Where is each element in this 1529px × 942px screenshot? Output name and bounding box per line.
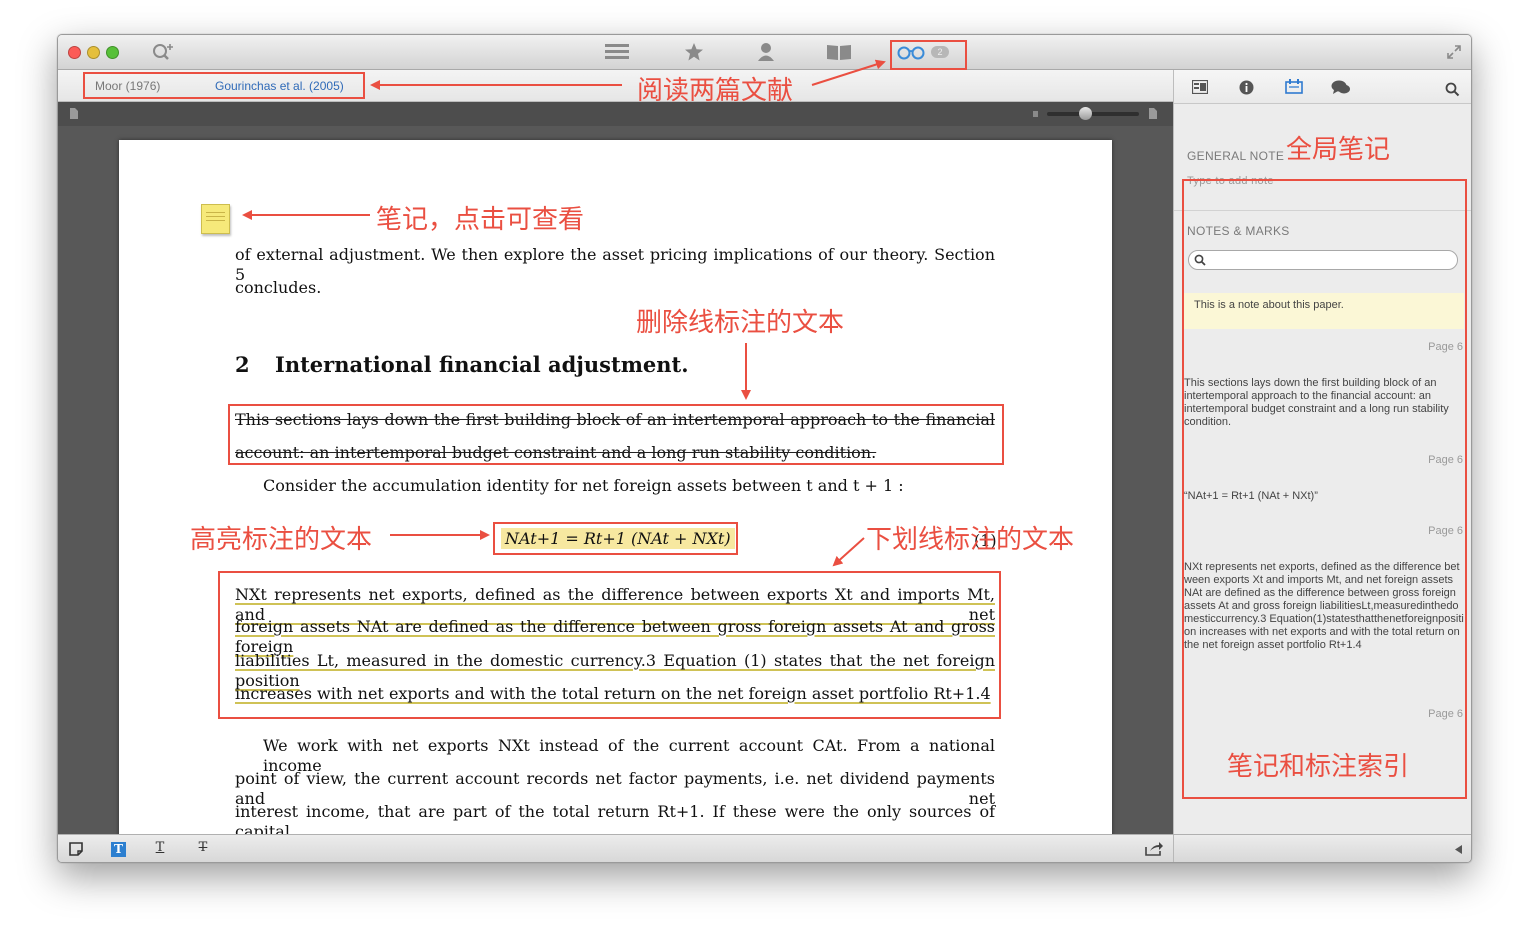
comments-icon[interactable] — [1331, 80, 1351, 95]
title-bar: 2 — [58, 35, 1471, 70]
details-info-icon[interactable] — [1239, 80, 1254, 95]
close-window-button[interactable] — [68, 46, 81, 59]
annotation-label-index: 笔记和标注索引 — [1227, 752, 1410, 782]
info-panel-icon[interactable] — [1192, 80, 1208, 94]
add-note-tool-icon[interactable] — [69, 842, 83, 856]
annotation-box-index — [1182, 179, 1467, 799]
share-icon[interactable] — [1145, 842, 1163, 856]
zoom-min-icon — [1033, 111, 1038, 117]
sidebar-search-icon[interactable] — [1445, 82, 1460, 97]
text-line: Consider the accumulation identity for n… — [263, 476, 904, 495]
text-line: concludes. — [235, 278, 322, 297]
viewer-toolbar — [58, 102, 1173, 126]
underline-tool-icon[interactable]: T — [153, 840, 167, 855]
star-icon[interactable] — [682, 41, 706, 63]
collapse-sidebar-icon[interactable] — [1455, 845, 1462, 854]
person-icon[interactable] — [754, 41, 778, 63]
sticky-note-icon[interactable] — [201, 204, 230, 234]
annotation-box-underline — [218, 571, 1001, 719]
text-line: of external adjustment. We then explore … — [235, 245, 995, 284]
zoom-window-button[interactable] — [106, 46, 119, 59]
minimize-window-button[interactable] — [87, 46, 100, 59]
annotation-label-note-click: 笔记，点击可查看 — [376, 205, 585, 235]
bottom-toolbar: T T T — [58, 834, 1471, 862]
book-icon[interactable] — [825, 41, 853, 63]
annotation-label-read-two: 阅读两篇文献 — [637, 76, 794, 106]
notes-tab-icon[interactable] — [1285, 79, 1303, 94]
strikethrough-tool-icon[interactable]: T — [196, 840, 210, 855]
annotation-label-strike: 删除线标注的文本 — [636, 308, 845, 338]
fullscreen-icon[interactable] — [1446, 41, 1462, 63]
annotation-label-underline: 下划线标注的文本 — [866, 525, 1075, 555]
search-zoom-icon[interactable] — [150, 41, 176, 63]
annotation-box-strike — [228, 404, 1004, 465]
general-note-label: GENERAL NOTE — [1187, 149, 1285, 163]
pdf-page: of external adjustment. We then explore … — [119, 140, 1112, 836]
zoom-max-icon — [1149, 108, 1157, 119]
annotation-label-highlight: 高亮标注的文本 — [190, 525, 373, 555]
pdf-viewer[interactable]: of external adjustment. We then explore … — [58, 126, 1173, 836]
annotation-box-tabs — [83, 72, 365, 99]
list-icon[interactable] — [604, 41, 630, 63]
section-number: 2 — [235, 352, 250, 377]
zoom-slider[interactable] — [1047, 107, 1139, 120]
sidebar-tabs — [1174, 70, 1471, 104]
highlight-tool-icon[interactable]: T — [111, 842, 126, 857]
sidebar-divider — [1173, 835, 1174, 862]
annotation-label-global-note: 全局笔记 — [1286, 135, 1391, 165]
annotation-box-highlight — [493, 522, 738, 555]
text-line: interest income, that are part of the to… — [235, 802, 995, 836]
zoom-slider-knob[interactable] — [1079, 107, 1092, 120]
page-thumbnail-icon[interactable] — [69, 107, 79, 120]
section-title: International financial adjustment. — [275, 352, 689, 377]
annotation-box-glasses — [890, 40, 967, 70]
